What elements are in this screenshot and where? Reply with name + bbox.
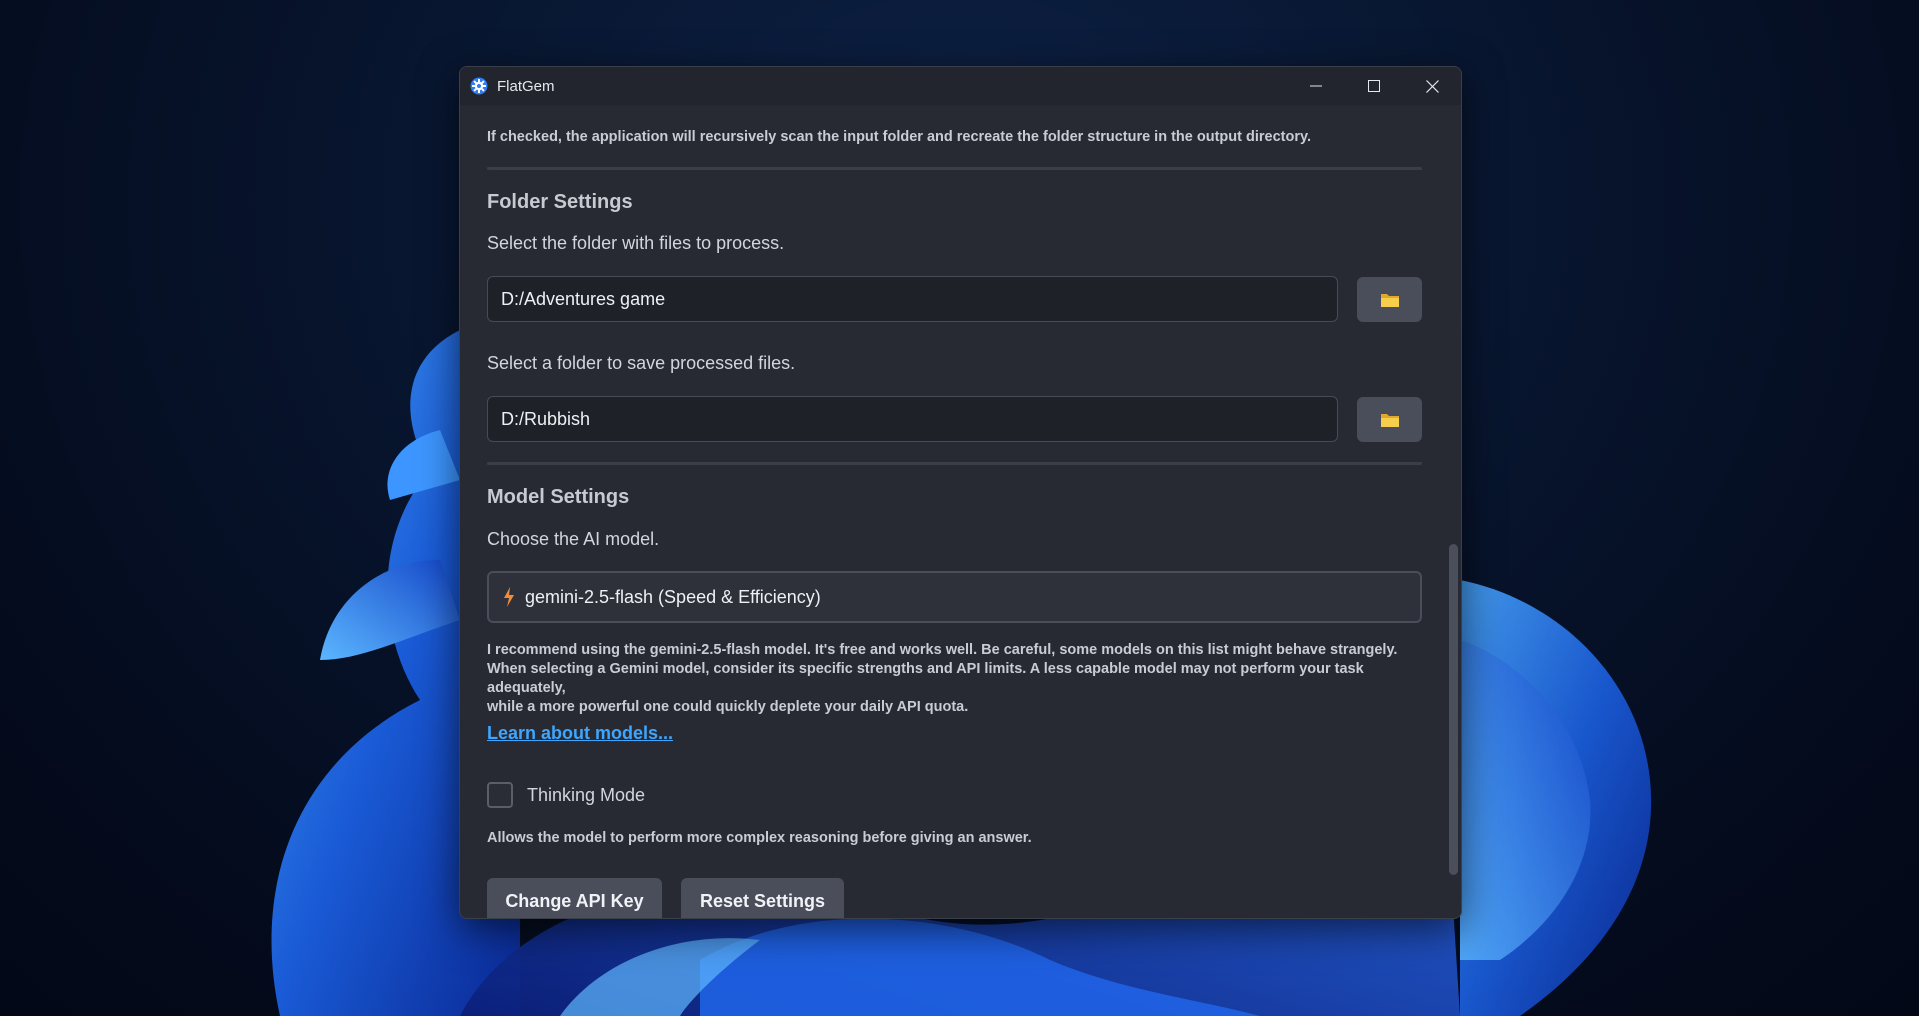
browse-input-folder-button[interactable] [1357, 277, 1422, 322]
folder-icon [1380, 293, 1399, 307]
minimize-button[interactable] [1287, 67, 1345, 105]
minimize-icon [1310, 85, 1322, 87]
recursive-description: If checked, the application will recursi… [487, 129, 1311, 145]
model-select[interactable]: gemini-2.5-flash (Speed & Efficiency) [487, 571, 1422, 623]
thinking-mode-description: Allows the model to perform more complex… [487, 830, 1032, 846]
settings-panel[interactable]: If checked, the application will recursi… [460, 105, 1461, 918]
app-window: FlatGem If checked, the application will… [459, 66, 1462, 919]
output-folder-field[interactable] [487, 396, 1338, 442]
input-folder-field[interactable] [487, 276, 1338, 322]
reset-settings-button[interactable]: Reset Settings [681, 878, 844, 918]
learn-about-models-link[interactable]: Learn about models... [487, 723, 673, 744]
model-desc-line-1: I recommend using the gemini-2.5-flash m… [487, 642, 1398, 658]
change-api-key-button[interactable]: Change API Key [487, 878, 662, 918]
window-controls [1287, 67, 1461, 105]
close-button[interactable] [1403, 67, 1461, 105]
window-title: FlatGem [497, 77, 555, 95]
model-desc-line-2: When selecting a Gemini model, consider … [487, 661, 1364, 696]
model-settings-title: Model Settings [487, 486, 630, 508]
model-recommendation-text: I recommend using the gemini-2.5-flash m… [487, 641, 1427, 717]
section-divider [487, 462, 1422, 465]
gear-icon [469, 76, 489, 96]
selected-model-text: gemini-2.5-flash (Speed & Efficiency) [525, 586, 821, 607]
maximize-icon [1368, 80, 1380, 92]
maximize-button[interactable] [1345, 67, 1403, 105]
thinking-mode-checkbox[interactable] [487, 782, 513, 808]
input-folder-label: Select the folder with files to process. [487, 233, 785, 253]
output-folder-label: Select a folder to save processed files. [487, 353, 796, 373]
thinking-mode-label[interactable]: Thinking Mode [527, 785, 645, 806]
section-divider [487, 167, 1422, 170]
browse-output-folder-button[interactable] [1357, 397, 1422, 442]
folder-settings-title: Folder Settings [487, 191, 633, 213]
model-desc-line-3: while a more powerful one could quickly … [487, 699, 969, 715]
title-bar[interactable]: FlatGem [460, 67, 1461, 105]
choose-model-label: Choose the AI model. [487, 529, 660, 549]
scrollbar-thumb[interactable] [1449, 544, 1458, 875]
close-icon [1425, 79, 1439, 93]
lightning-bolt-icon [504, 587, 514, 607]
folder-icon [1380, 413, 1399, 427]
